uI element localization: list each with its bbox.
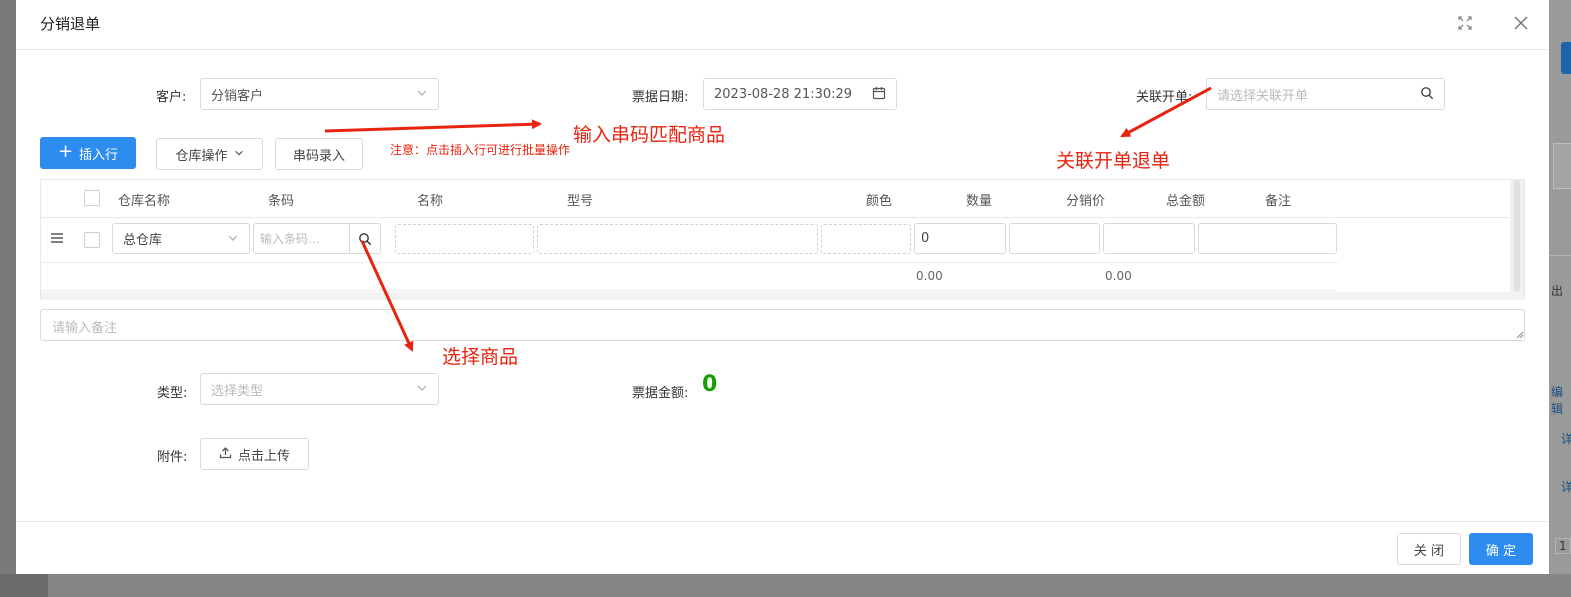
column-header: 仓库名称 (118, 194, 171, 209)
backdrop-link: 编辑 (1551, 385, 1564, 416)
quantity-total: 0.00 (916, 269, 943, 283)
backdrop-link: 详 (1561, 432, 1571, 446)
barcode-placeholder: 输入条码... (260, 232, 320, 246)
column-header: 型号 (567, 194, 594, 209)
related-order-input[interactable]: 请选择关联开单 (1206, 78, 1445, 110)
customer-select[interactable]: 分销客户 (200, 78, 439, 110)
remark-textarea[interactable] (40, 309, 1525, 341)
chevron-down-icon (227, 232, 239, 248)
backdrop-input-edge (1553, 143, 1571, 189)
annotation-serial-match: 输入串码匹配商品 (573, 124, 726, 146)
upload-button[interactable]: 点击上传 (200, 438, 309, 470)
drag-handle-icon[interactable] (50, 232, 64, 248)
product-name-cell (395, 224, 534, 254)
plus-icon: + (57, 141, 74, 162)
chevron-down-icon (416, 87, 428, 103)
table-vertical-scrollbar[interactable] (1510, 180, 1524, 292)
related-order-placeholder: 请选择关联开单 (1217, 88, 1309, 104)
warehouse-value: 总仓库 (123, 233, 163, 248)
column-header: 备注 (1265, 194, 1292, 209)
fullscreen-icon[interactable] (1453, 11, 1477, 35)
insert-row-button[interactable]: + 插入行 (40, 137, 136, 169)
bill-amount-value: 0 (702, 372, 718, 397)
serial-entry-label: 串码录入 (292, 148, 345, 164)
type-placeholder: 选择类型 (211, 383, 264, 399)
product-table: 仓库名称 条码 名称 型号 颜色 数量 分销价 总金额 备注 总仓库 输入条码. (40, 179, 1525, 300)
column-header: 总金额 (1166, 194, 1206, 209)
upload-icon (219, 446, 232, 463)
quantity-value: 0 (921, 231, 930, 246)
barcode-input[interactable]: 输入条码... (253, 223, 381, 254)
serial-entry-button[interactable]: 串码录入 (275, 138, 363, 170)
calendar-icon (872, 86, 886, 104)
distribution-price-input[interactable] (1009, 223, 1100, 254)
backdrop-left (0, 0, 16, 597)
annotation-select-product: 选择商品 (442, 346, 519, 368)
warehouse-select[interactable]: 总仓库 (112, 223, 250, 254)
remark-cell-input[interactable] (1198, 223, 1337, 254)
column-header: 条码 (268, 194, 295, 209)
scroll-thumb[interactable] (1514, 180, 1520, 292)
table-horizontal-scrollbar[interactable] (41, 292, 1524, 300)
return-order-dialog: 分销退单 客户: 分销客户 票据日期: 2023-08-28 21:30:29 … (16, 0, 1549, 574)
model-cell (537, 224, 818, 254)
backdrop-blue-button (1561, 42, 1571, 74)
backdrop-bottom (0, 574, 1571, 597)
search-icon[interactable] (349, 223, 380, 254)
backdrop-text: 出 (1551, 284, 1564, 298)
customer-label: 客户: (156, 90, 187, 105)
search-icon[interactable] (1420, 86, 1434, 104)
color-cell (821, 224, 911, 254)
quantity-input[interactable]: 0 (914, 223, 1006, 254)
upload-label: 点击上传 (237, 448, 290, 464)
backdrop-bottom-left (0, 574, 48, 597)
dialog-footer: 关 闭 确 定 (16, 521, 1549, 574)
backdrop-link: 详 (1561, 480, 1571, 494)
warehouse-ops-label: 仓库操作 (175, 148, 228, 164)
bill-date-value: 2023-08-28 21:30:29 (714, 86, 853, 102)
insert-row-label: 插入行 (79, 147, 119, 163)
attachment-label: 附件: (157, 450, 188, 465)
close-icon[interactable] (1509, 11, 1533, 35)
column-header: 分销价 (1066, 194, 1106, 209)
dialog-header: 分销退单 (16, 0, 1549, 50)
table-header: 仓库名称 条码 名称 型号 颜色 数量 分销价 总金额 备注 (41, 180, 1511, 218)
chevron-down-icon (234, 147, 244, 162)
type-label: 类型: (157, 386, 188, 401)
backdrop-page-number: 1 (1555, 538, 1571, 554)
bill-date-picker[interactable]: 2023-08-28 21:30:29 (703, 78, 897, 110)
batch-hint-note: 注意：点击插入行可进行批量操作 (390, 143, 571, 157)
bill-date-label: 票据日期: (632, 90, 689, 105)
bill-amount-label: 票据金额: (632, 386, 689, 401)
column-header: 数量 (966, 194, 993, 209)
backdrop-divider (1549, 255, 1571, 256)
type-select[interactable]: 选择类型 (200, 373, 439, 405)
total-amount-input[interactable] (1103, 223, 1195, 254)
amount-total: 0.00 (1105, 269, 1132, 283)
close-button-label: 关 闭 (1413, 543, 1445, 559)
chevron-down-icon (416, 382, 428, 398)
confirm-button-label: 确 定 (1485, 543, 1517, 559)
column-header: 颜色 (866, 194, 893, 209)
column-header: 名称 (417, 194, 444, 209)
row-checkbox[interactable] (84, 232, 100, 248)
annotation-related-return: 关联开单退单 (1056, 150, 1171, 172)
select-all-checkbox[interactable] (84, 190, 100, 206)
customer-value: 分销客户 (211, 88, 264, 104)
related-order-label: 关联开单: (1136, 90, 1193, 105)
close-button[interactable]: 关 闭 (1397, 533, 1461, 565)
summary-row: 0.00 0.00 (41, 262, 1338, 291)
warehouse-ops-dropdown[interactable]: 仓库操作 (156, 138, 263, 170)
confirm-button[interactable]: 确 定 (1469, 533, 1533, 565)
dialog-title: 分销退单 (40, 15, 101, 33)
resize-grip-icon[interactable] (1516, 331, 1524, 339)
